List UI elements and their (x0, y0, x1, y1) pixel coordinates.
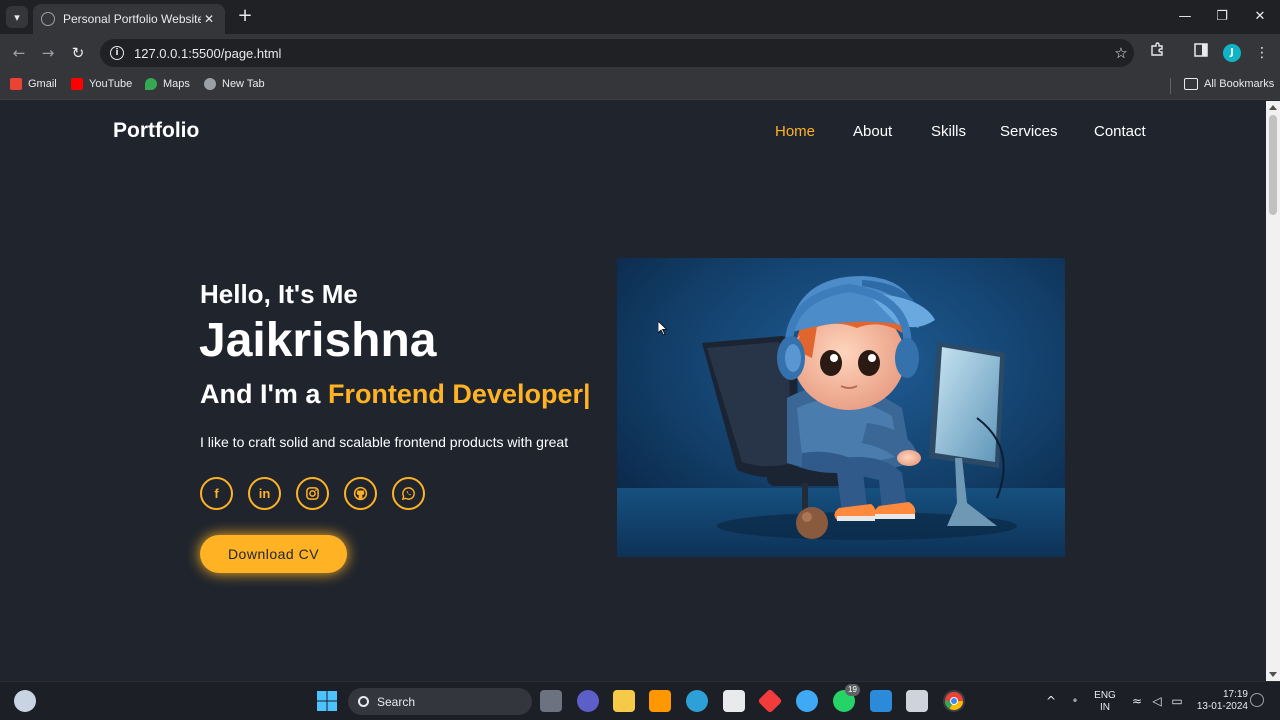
active-tab[interactable]: Personal Portfolio Website ✕ (33, 4, 225, 34)
restore-icon[interactable]: ❐ (1207, 6, 1237, 28)
page-scrollbar[interactable] (1266, 101, 1280, 681)
task-view-icon[interactable] (540, 690, 562, 712)
nav-home[interactable]: Home (775, 123, 815, 140)
chrome-app-icon[interactable] (796, 690, 818, 712)
tab-strip: ▾ Personal Portfolio Website ✕ + — ❐ ✕ (0, 0, 1280, 34)
battery-icon[interactable]: ▭ (1166, 690, 1188, 712)
tab-search-button[interactable]: ▾ (6, 6, 28, 28)
instagram-icon[interactable] (296, 477, 329, 510)
anydesk-icon[interactable] (757, 688, 783, 714)
whatsapp-app-icon[interactable]: 19 (833, 684, 860, 712)
notification-icon[interactable] (1250, 693, 1264, 707)
bookmark-maps[interactable]: Maps (145, 78, 190, 90)
bookmark-star-icon[interactable]: ☆ (1108, 44, 1134, 62)
windows-start-icon[interactable] (316, 690, 338, 712)
hero-name: Jaikrishna (199, 314, 437, 367)
linkedin-icon[interactable]: in (248, 477, 281, 510)
chrome-taskbar-icon[interactable] (943, 690, 965, 712)
weather-widget-icon[interactable] (14, 690, 36, 712)
site-info-icon[interactable]: i (110, 46, 124, 60)
teams-chat-icon[interactable] (577, 690, 599, 712)
nav-about[interactable]: About (853, 123, 892, 140)
taskbar-search[interactable]: Search (348, 688, 532, 715)
file-explorer-icon[interactable] (613, 690, 635, 712)
scroll-up-arrow-icon[interactable] (1269, 105, 1277, 110)
facebook-icon[interactable]: f (200, 477, 233, 510)
whatsapp-icon[interactable] (392, 477, 425, 510)
url-text[interactable]: 127.0.0.1:5500/page.html (134, 46, 1108, 61)
side-panel-icon[interactable] (1190, 42, 1212, 64)
hero-illustration (617, 258, 1065, 557)
reload-icon[interactable]: ↻ (67, 42, 89, 64)
microsoft-store-icon[interactable] (723, 690, 745, 712)
bookmark-new-tab[interactable]: New Tab (204, 78, 265, 90)
bookmarks-divider (1170, 78, 1171, 94)
page-viewport: Portfolio Home About Skills Services Con… (0, 101, 1266, 681)
extensions-icon[interactable] (1146, 42, 1168, 64)
tab-title: Personal Portfolio Website (63, 12, 201, 26)
back-arrow-icon[interactable]: ← (8, 42, 30, 64)
nav-services[interactable]: Services (1000, 123, 1058, 140)
nav-skills[interactable]: Skills (931, 123, 966, 140)
microphone-icon[interactable]: • (1064, 690, 1086, 712)
gmail-icon (10, 78, 22, 90)
forward-arrow-icon[interactable]: → (37, 42, 59, 64)
browser-toolbar: ← → ↻ i 127.0.0.1:5500/page.html ☆ J ⋮ (0, 34, 1280, 72)
edge-browser-icon[interactable] (686, 690, 708, 712)
hero-description: I like to craft solid and scalable front… (200, 434, 569, 450)
role-accent: Frontend Developer| (327, 379, 591, 409)
github-icon[interactable] (344, 477, 377, 510)
wifi-icon[interactable]: ≈ (1126, 690, 1148, 712)
scroll-down-arrow-icon[interactable] (1269, 672, 1277, 677)
maps-pin-icon (145, 78, 157, 90)
globe-icon (204, 78, 216, 90)
whatsapp-badge: 19 (845, 684, 860, 696)
clock[interactable]: 17:19 13-01-2024 (1192, 689, 1248, 713)
hero-role: And I'm a Frontend Developer| (200, 379, 591, 410)
new-tab-button[interactable]: + (234, 6, 256, 28)
youtube-icon (71, 78, 83, 90)
folder-icon (1184, 78, 1198, 90)
hero-greeting: Hello, It's Me (200, 279, 358, 309)
language-indicator[interactable]: ENG IN (1092, 690, 1118, 714)
close-tab-icon[interactable]: ✕ (201, 12, 217, 26)
bookmarks-bar: Gmail YouTube Maps New Tab All Bookmarks (0, 72, 1280, 100)
minimize-icon[interactable]: — (1170, 6, 1200, 28)
tray-chevron-icon[interactable]: ^ (1040, 690, 1062, 712)
site-logo[interactable]: Portfolio (113, 119, 199, 143)
globe-icon (41, 12, 55, 26)
search-label: Search (377, 694, 416, 709)
close-window-icon[interactable]: ✕ (1245, 6, 1275, 28)
search-icon (358, 696, 369, 707)
vscode-icon[interactable] (870, 690, 892, 712)
os-taskbar: Search 19 ^ • ENG IN ≈ ◁ ▭ 17:19 13-01-2… (0, 681, 1280, 720)
bookmark-gmail[interactable]: Gmail (10, 78, 57, 90)
sublime-text-icon[interactable] (649, 690, 671, 712)
role-prefix: And I'm a (200, 379, 328, 409)
menu-kebab-icon[interactable]: ⋮ (1251, 42, 1273, 64)
volume-muted-icon[interactable]: ◁ (1146, 690, 1168, 712)
snipping-tool-icon[interactable] (906, 690, 928, 712)
profile-avatar[interactable]: J (1223, 44, 1241, 62)
all-bookmarks[interactable]: All Bookmarks (1184, 78, 1274, 90)
nav-contact[interactable]: Contact (1094, 123, 1146, 140)
bookmark-youtube[interactable]: YouTube (71, 78, 132, 90)
address-bar[interactable]: i 127.0.0.1:5500/page.html ☆ (100, 39, 1134, 67)
mouse-cursor-icon (657, 320, 668, 340)
scroll-thumb[interactable] (1269, 115, 1277, 215)
download-cv-button[interactable]: Download CV (200, 535, 347, 573)
